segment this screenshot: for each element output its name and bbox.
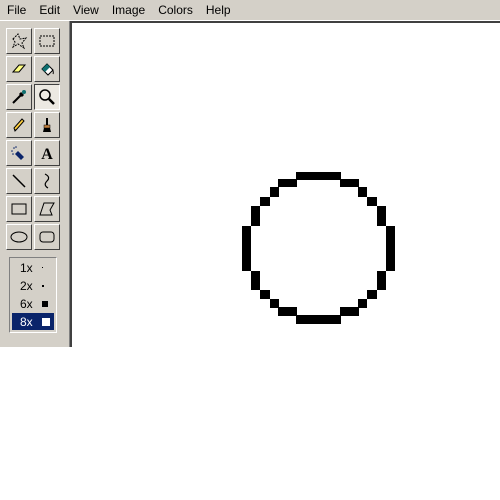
eraser-icon: [11, 64, 27, 73]
curve-tool[interactable]: [34, 168, 60, 194]
eraser-tool[interactable]: [6, 56, 32, 82]
polygon-tool[interactable]: [34, 196, 60, 222]
menu-bar: File Edit View Image Colors Help: [0, 0, 500, 21]
pencil-icon: [13, 118, 25, 132]
zoom-option-6x[interactable]: 6x: [12, 295, 54, 312]
zoom-option-label: 1x: [20, 260, 33, 275]
tool-box: A 1x 2x 6x 8x: [0, 21, 72, 347]
menu-view[interactable]: View: [66, 0, 105, 21]
select-tool[interactable]: [34, 28, 60, 54]
dot-size-icon: [42, 267, 43, 268]
dot-size-icon: [42, 300, 48, 307]
zoom-option-label: 2x: [20, 278, 33, 293]
airbrush-icon: [11, 146, 24, 160]
svg-text:A: A: [41, 146, 53, 162]
line-icon: [12, 174, 26, 188]
menu-image[interactable]: Image: [105, 0, 151, 21]
menu-file[interactable]: File: [0, 0, 32, 21]
select-icon: [39, 35, 55, 47]
magnifier-icon: [39, 89, 55, 105]
menu-colors[interactable]: Colors: [151, 0, 199, 21]
rounded-rectangle-tool[interactable]: [34, 224, 60, 250]
dot-size-icon: [42, 317, 50, 326]
tool-grid: A: [5, 27, 61, 251]
airbrush-tool[interactable]: [6, 140, 32, 166]
workspace-background: [0, 347, 500, 500]
zoom-option-label: 6x: [20, 296, 33, 311]
magnifier-tool[interactable]: [34, 84, 60, 110]
pick-color-icon: [12, 90, 26, 104]
menu-help[interactable]: Help: [199, 0, 237, 21]
drawn-circle: [242, 172, 395, 324]
pick-color-tool[interactable]: [6, 84, 32, 110]
dot-size-icon: [42, 284, 44, 287]
zoom-option-2x[interactable]: 2x: [12, 277, 54, 294]
brush-tool[interactable]: [34, 112, 60, 138]
fill-with-color-tool[interactable]: [34, 56, 60, 82]
free-form-select-icon: [11, 33, 28, 50]
zoom-options: 1x 2x 6x 8x: [9, 257, 57, 333]
zoom-option-8x[interactable]: 8x: [12, 313, 54, 330]
ellipse-icon: [10, 231, 28, 243]
brush-icon: [43, 118, 51, 132]
menu-edit[interactable]: Edit: [32, 0, 66, 21]
line-tool[interactable]: [6, 168, 32, 194]
text-tool[interactable]: A: [34, 140, 60, 166]
rectangle-icon: [11, 203, 27, 215]
curve-icon: [44, 173, 50, 189]
ellipse-tool[interactable]: [6, 224, 32, 250]
free-form-select-tool[interactable]: [6, 28, 32, 54]
polygon-icon: [39, 202, 55, 216]
rectangle-tool[interactable]: [6, 196, 32, 222]
zoom-option-1x[interactable]: 1x: [12, 259, 54, 276]
text-icon: A: [41, 146, 53, 162]
zoom-option-label: 8x: [20, 314, 33, 329]
pencil-tool[interactable]: [6, 112, 32, 138]
rounded-rectangle-icon: [39, 231, 55, 243]
fill-with-color-icon: [41, 63, 54, 76]
